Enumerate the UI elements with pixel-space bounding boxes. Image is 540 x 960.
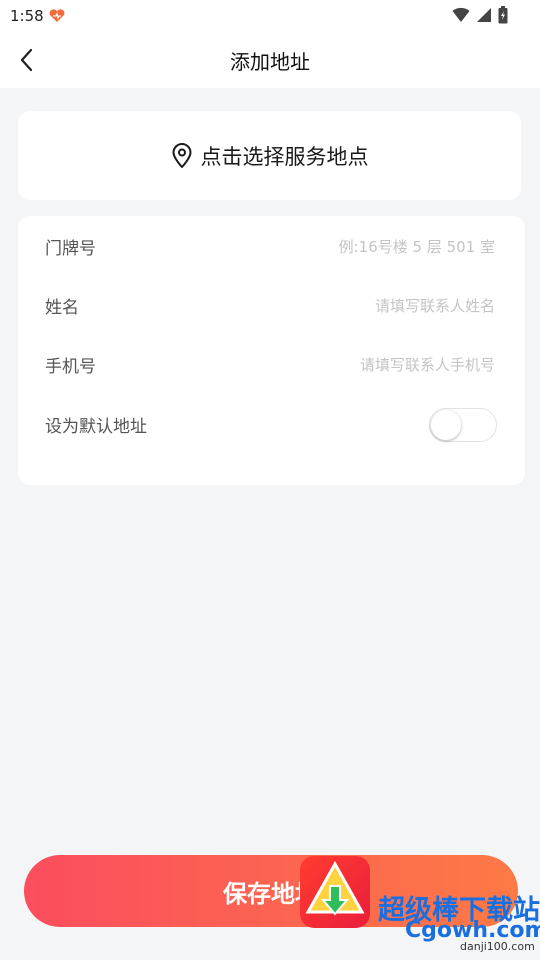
watermark-logo-icon (300, 856, 370, 928)
status-bar: 1:58 (0, 0, 540, 32)
name-row: 姓名 (18, 285, 525, 325)
map-pin-icon (172, 142, 191, 168)
default-address-row: 设为默认地址 (18, 408, 525, 448)
page-title: 添加地址 (230, 50, 310, 74)
default-address-toggle[interactable] (429, 408, 497, 442)
phone-row: 手机号 (18, 344, 525, 384)
status-time: 1:58 (10, 7, 44, 25)
download-arrow-icon (305, 860, 365, 916)
signal-icon (477, 8, 491, 22)
door-number-row: 门牌号 (18, 226, 525, 266)
default-address-label: 设为默认地址 (45, 417, 147, 437)
wifi-icon (452, 7, 470, 22)
phone-label: 手机号 (45, 357, 96, 377)
name-input[interactable] (193, 291, 497, 321)
address-form: 门牌号 姓名 手机号 设为默认地址 (18, 216, 525, 485)
toggle-knob (431, 410, 461, 440)
select-location-label: 点击选择服务地点 (200, 144, 369, 169)
name-label: 姓名 (45, 298, 79, 318)
door-number-input[interactable] (193, 232, 497, 262)
heart-logo-icon (49, 9, 65, 22)
phone-input[interactable] (193, 350, 497, 380)
battery-icon (498, 6, 508, 24)
header: 添加地址 (0, 32, 540, 88)
location-card: 点击选择服务地点 (18, 111, 521, 200)
select-location-button[interactable]: 点击选择服务地点 (18, 111, 521, 200)
watermark-url: danji100.com (460, 940, 535, 953)
status-icons (452, 6, 508, 24)
door-number-label: 门牌号 (45, 239, 96, 259)
